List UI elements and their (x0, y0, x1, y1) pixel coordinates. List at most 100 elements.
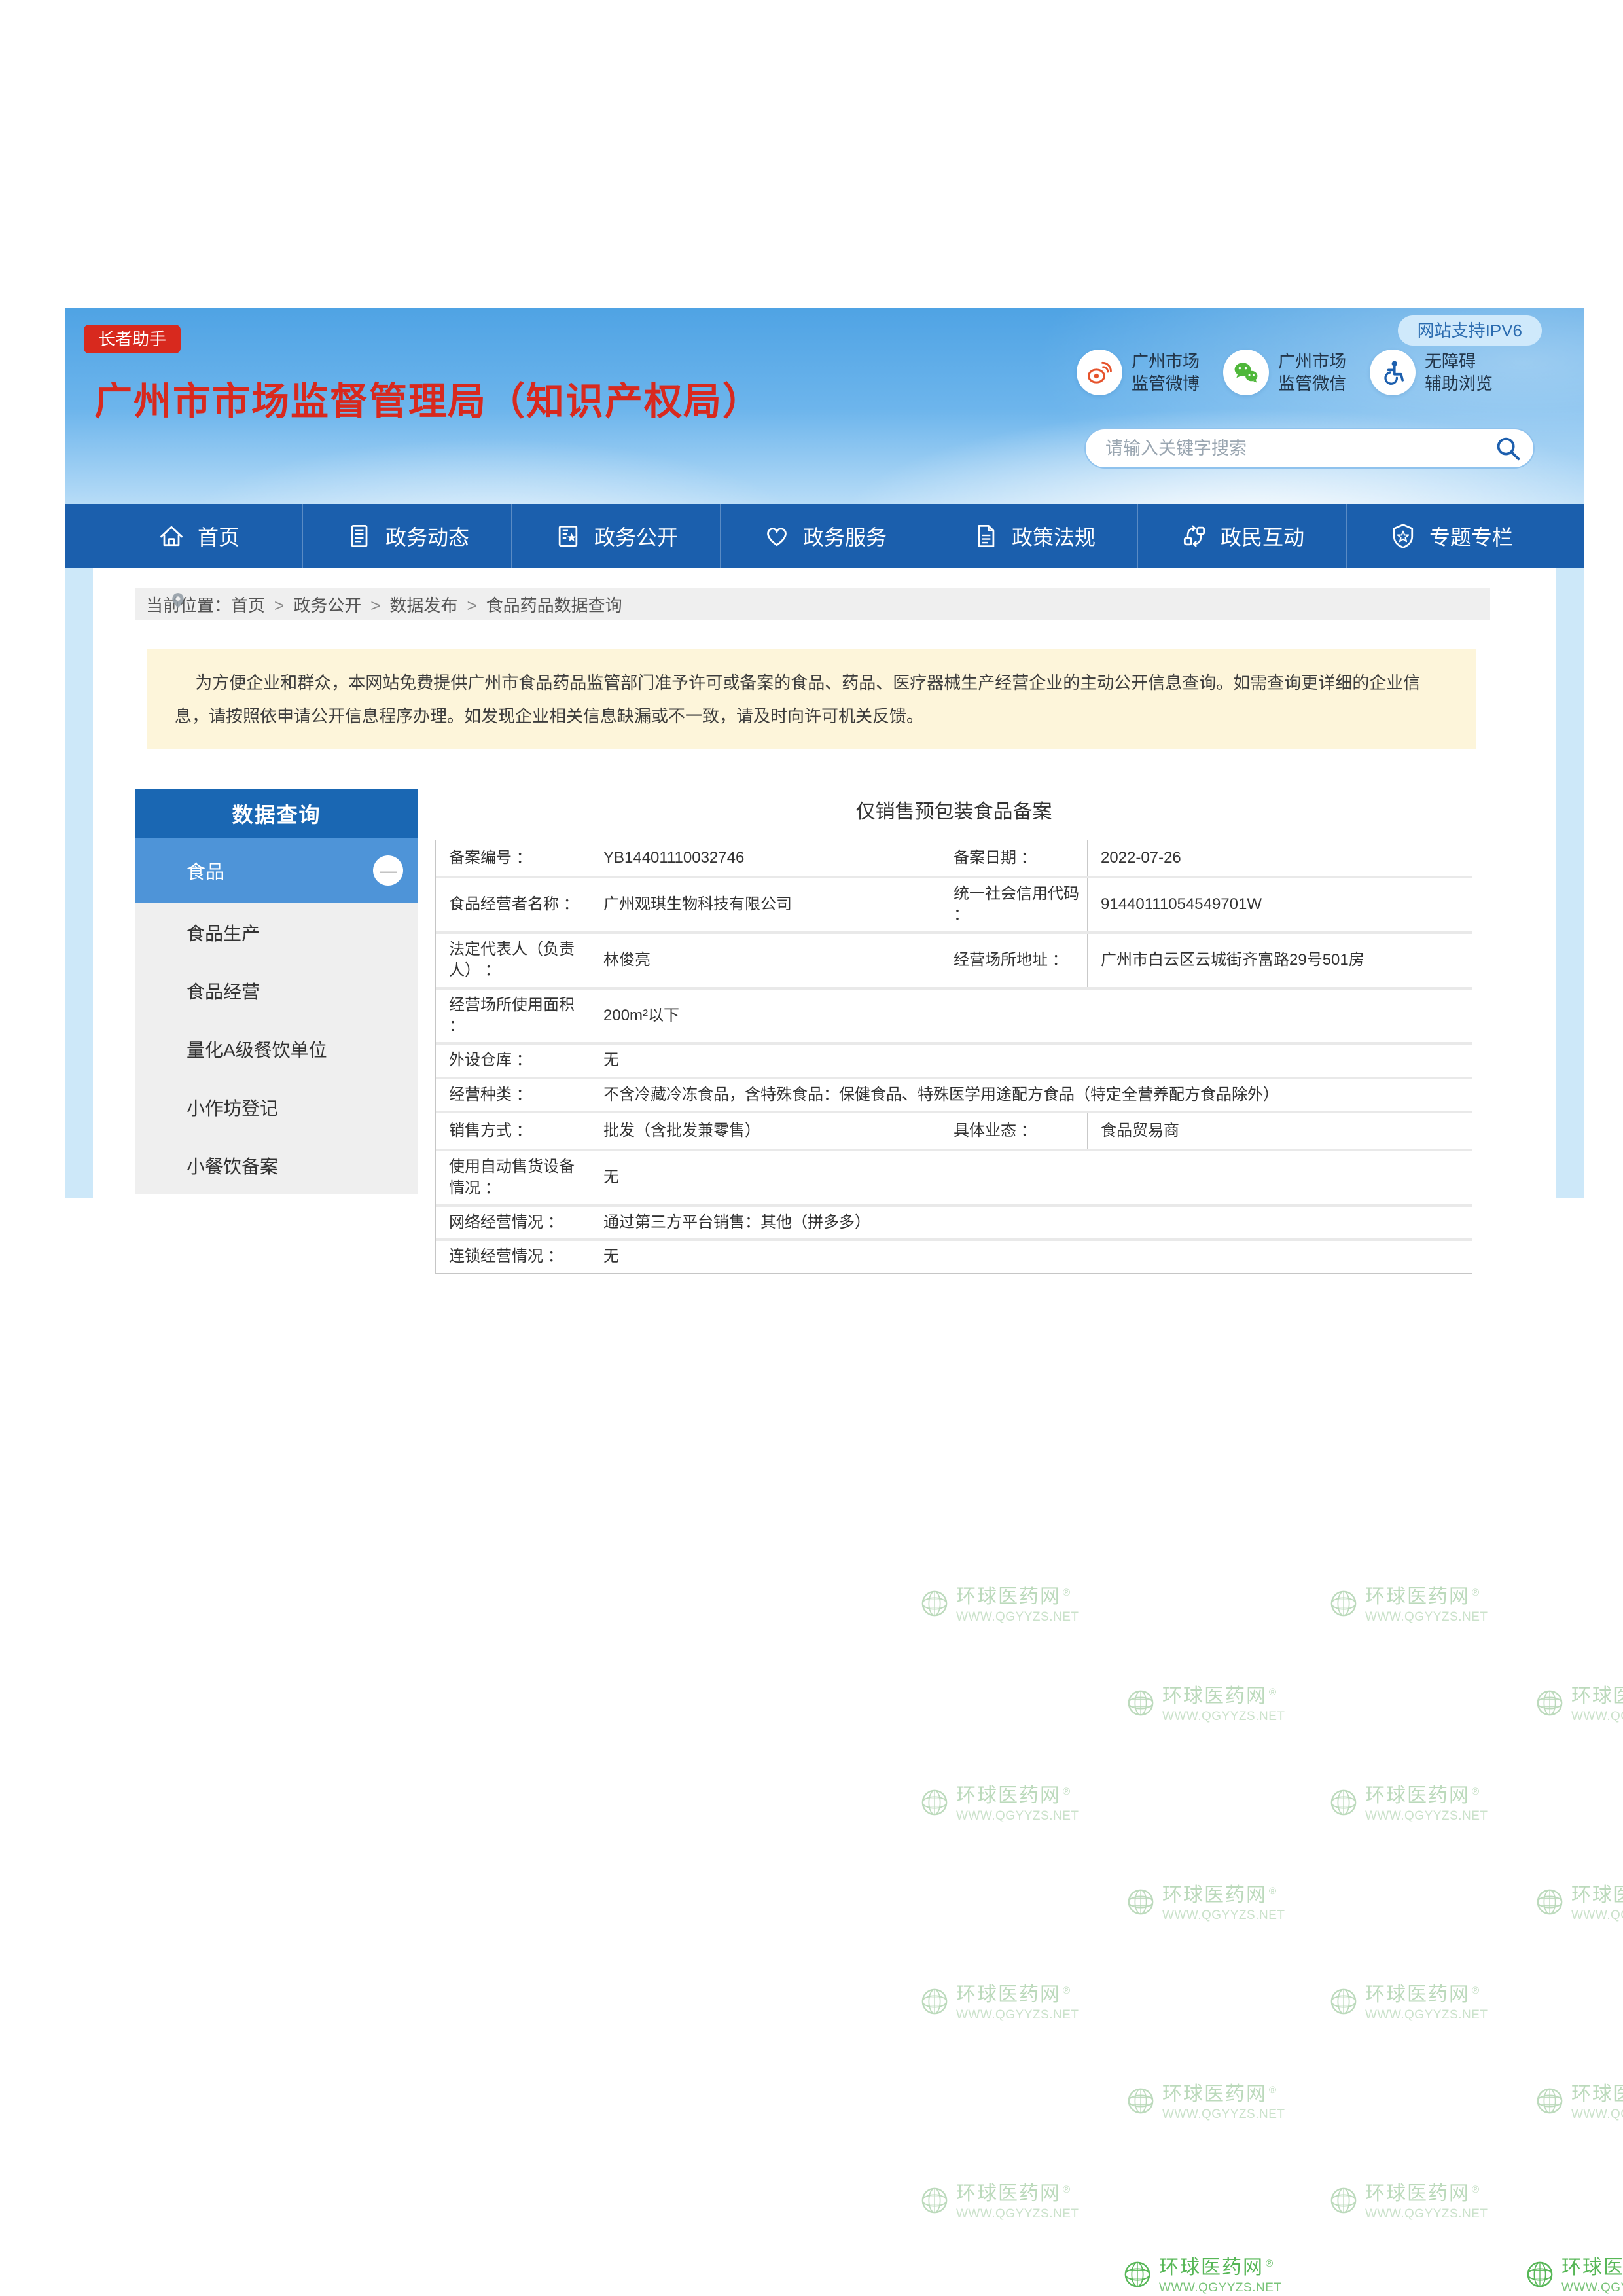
field-value: 无 (590, 1241, 1472, 1272)
nav-item-label: 专题专栏 (1429, 521, 1513, 551)
globe-icon (1329, 1986, 1359, 2017)
globe-icon (919, 1787, 950, 1818)
watermark: 环球医药网®WWW.QGYYZS.NET (1329, 1985, 1459, 2022)
page-body-background: 当前位置： 首页>政务公开>数据发布>食品药品数据查询 为方便企业和群众，本网站… (65, 568, 1584, 1198)
field-value: 无 (590, 1045, 1472, 1076)
watermark: 环球医药网®WWW.QGYYZS.NET (1329, 2184, 1459, 2221)
quick-link-label: 无障碍辅助浏览 (1425, 350, 1493, 395)
field-value: 200m²以下 (590, 990, 1472, 1043)
quick-link-0[interactable]: 广州市场监管微博 (1077, 350, 1200, 395)
sidebar-item-1[interactable]: 食品经营 (135, 961, 418, 1020)
sidebar-item-3[interactable]: 小作坊登记 (135, 1078, 418, 1136)
field-label: 经营场所使用面积 ： (436, 990, 590, 1043)
quick-link-2[interactable]: 无障碍辅助浏览 (1370, 350, 1493, 395)
watermark-text: 环球医药网®WWW.QGYYZS.NET (956, 1985, 1079, 2022)
sidebar-item-0[interactable]: 食品生产 (135, 903, 418, 961)
table-row: 食品经营者名称 ：广州观琪生物科技有限公司统一社会信用代码 ：914401110… (436, 878, 1472, 931)
globe-icon (1126, 2086, 1156, 2116)
content-panel: 当前位置： 首页>政务公开>数据发布>食品药品数据查询 为方便企业和群众，本网站… (93, 568, 1556, 1198)
field-label: 备案日期 ： (940, 840, 1087, 876)
nav-item-0[interactable]: 首页 (94, 504, 302, 568)
field-label: 具体业态 ： (940, 1113, 1087, 1149)
search-input[interactable] (1084, 428, 1535, 469)
table-row: 备案编号 ：YB14401110032746备案日期 ：2022-07-26 (436, 840, 1472, 876)
breadcrumb-link-2[interactable]: 数据发布 (389, 596, 457, 615)
field-label: 经营场所地址 ： (940, 934, 1087, 987)
nav-item-1[interactable]: 政务动态 (302, 504, 511, 568)
table-row: 经营种类 ：不含冷藏冷冻食品，含特殊食品：保健食品、特殊医学用途配方食品（特定全… (436, 1079, 1472, 1111)
notice-text: 为方便企业和群众，本网站免费提供广州市食品药品监管部门准予许可或备案的食品、药品… (147, 649, 1476, 749)
field-value: 林俊亮 (590, 934, 940, 987)
globe-icon (1126, 1887, 1156, 1917)
watermark-text: 环球医药网®WWW.QGYYZS.NET (1159, 2258, 1282, 2295)
site-title: 广州市市场监督管理局（知识产权局） (94, 370, 762, 425)
sidebar-title: 数据查询 (135, 789, 418, 838)
nav-item-3[interactable]: 政务服务 (720, 504, 929, 568)
breadcrumb-link-0[interactable]: 首页 (231, 596, 265, 615)
search-icon[interactable] (1493, 433, 1523, 463)
search-bar (1084, 428, 1535, 469)
globe-icon (1329, 1787, 1359, 1818)
field-label: 食品经营者名称 ： (436, 878, 590, 931)
sidebar-list: 食品生产食品经营量化A级餐饮单位小作坊登记小餐饮备案 (135, 903, 418, 1194)
globe-icon (1535, 1887, 1565, 1917)
watermark-text: 环球医药网®WWW.QGYYZS.NET (956, 1587, 1079, 1624)
main-content: 仅销售预包装食品备案 备案编号 ：YB14401110032746备案日期 ：2… (435, 795, 1472, 1274)
field-value: 无 (590, 1151, 1472, 1204)
globe-icon (919, 2185, 950, 2215)
field-label: 销售方式 ： (436, 1113, 590, 1149)
quick-link-1[interactable]: 广州市场监管微信 (1223, 350, 1346, 395)
nav-item-4[interactable]: 政策法规 (929, 504, 1137, 568)
field-value: 广州观琪生物科技有限公司 (590, 878, 940, 931)
globe-icon (1122, 2259, 1152, 2289)
nav-item-6[interactable]: 专题专栏 (1346, 504, 1555, 568)
sidebar-item-2[interactable]: 量化A级餐饮单位 (135, 1020, 418, 1078)
field-value: 广州市白云区云城街齐富路29号501房 (1087, 934, 1472, 987)
record-table: 备案编号 ：YB14401110032746备案日期 ：2022-07-26食品… (435, 840, 1472, 1274)
field-value: 2022-07-26 (1087, 840, 1472, 876)
field-value: 批发（含批发兼零售） (590, 1113, 940, 1149)
quick-link-label: 广州市场监管微信 (1278, 350, 1346, 395)
watermark-text: 环球医药网®WWW.QGYYZS.NET (1162, 2085, 1285, 2122)
breadcrumb-link-1[interactable]: 政务公开 (293, 596, 361, 615)
field-label: 网络经营情况 ： (436, 1207, 590, 1238)
watermark-text: 环球医药网®WWW.QGYYZS.NET (1365, 2184, 1488, 2221)
field-label: 备案编号 ： (436, 840, 590, 876)
ipv6-support-badge: 网站支持IPV6 (1398, 315, 1542, 346)
nav-item-2[interactable]: 政务公开 (511, 504, 720, 568)
watermark-text: 环球医药网®WWW.QGYYZS.NET (1571, 1687, 1623, 1724)
watermark-text: 环球医药网®WWW.QGYYZS.NET (1571, 2085, 1623, 2122)
watermark: 环球医药网®WWW.QGYYZS.NET (919, 1786, 1050, 1823)
sidebar-item-label: 食品 (187, 857, 224, 884)
watermark: 环球医药网®WWW.QGYYZS.NET (1126, 2085, 1257, 2122)
watermark-text: 环球医药网®WWW.QGYYZS.NET (1162, 1687, 1285, 1724)
breadcrumb-separator: > (370, 596, 380, 615)
globe-icon (1535, 2086, 1565, 2116)
quick-links: 广州市场监管微博 广州市场监管微信 无障碍辅助浏览 (1077, 350, 1493, 395)
globe-icon (1329, 1588, 1359, 1619)
page: 长者助手 网站支持IPV6 广州市市场监督管理局（知识产权局） 广州市场监管微博… (0, 0, 1623, 2296)
field-label: 连锁经营情况 ： (436, 1241, 590, 1272)
table-row: 销售方式 ：批发（含批发兼零售）具体业态 ：食品贸易商 (436, 1113, 1472, 1149)
elder-assist-badge[interactable]: 长者助手 (84, 325, 181, 353)
table-row: 使用自动售货设备情况 ：无 (436, 1151, 1472, 1204)
sidebar-item-4[interactable]: 小餐饮备案 (135, 1136, 418, 1194)
site-header-sky: 长者助手 网站支持IPV6 广州市市场监督管理局（知识产权局） 广州市场监管微博… (65, 308, 1584, 504)
nav-item-label: 政务公开 (594, 521, 678, 551)
nav-item-label: 政民互动 (1221, 521, 1304, 551)
nav-item-5[interactable]: 政民互动 (1137, 504, 1346, 568)
sidebar: 数据查询 食品 — 食品生产食品经营量化A级餐饮单位小作坊登记小餐饮备案 (135, 789, 418, 1194)
doc-lines-icon (345, 522, 374, 550)
sidebar-item-food[interactable]: 食品 — (135, 838, 418, 903)
collapse-icon[interactable]: — (373, 855, 403, 886)
field-value: 不含冷藏冷冻食品，含特殊食品：保健食品、特殊医学用途配方食品（特定全营养配方食品… (590, 1079, 1472, 1111)
globe-icon (1126, 1688, 1156, 1718)
field-label: 经营种类 ： (436, 1079, 590, 1111)
table-row: 网络经营情况 ：通过第三方平台销售：其他（拼多多） (436, 1207, 1472, 1238)
field-value: YB14401110032746 (590, 840, 940, 876)
breadcrumb-separator: > (467, 596, 476, 615)
breadcrumb-separator: > (274, 596, 284, 615)
field-value: 91440111054549701W (1087, 878, 1472, 931)
watermark-text: 环球医药网®WWW.QGYYZS.NET (1561, 2258, 1623, 2295)
breadcrumb-items: 首页>政务公开>数据发布>食品药品数据查询 (231, 592, 622, 617)
